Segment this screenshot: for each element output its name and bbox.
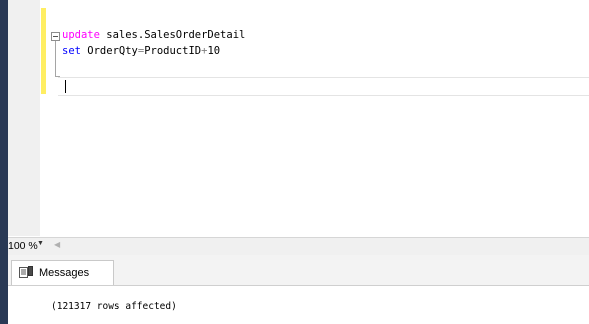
results-pane: Messages (121317 rows affected): [8, 255, 589, 324]
column-orderqty: OrderQty: [80, 45, 138, 57]
current-line-highlight: [58, 77, 589, 96]
chevron-down-icon[interactable]: ▼: [37, 240, 44, 247]
chevron-left-icon[interactable]: ◀: [54, 240, 60, 249]
text-caret: [65, 80, 66, 93]
keyword-set: set: [62, 45, 81, 57]
window-edge: [0, 0, 8, 324]
code-line-1[interactable]: update sales.SalesOrderDetail: [62, 27, 245, 44]
rows-affected-message: (121317 rows affected): [51, 301, 177, 312]
messages-icon: [19, 266, 33, 278]
zoom-value: 100 %: [8, 240, 38, 252]
messages-tab-label: Messages: [39, 267, 90, 279]
column-productid: ProductID: [144, 45, 202, 57]
editor-gutter: [8, 0, 40, 236]
tab-messages[interactable]: Messages: [11, 260, 114, 285]
collapse-box-icon[interactable]: [51, 32, 60, 41]
query-editor[interactable]: update sales.SalesOrderDetail set OrderQ…: [46, 0, 589, 236]
keyword-update: update: [62, 29, 100, 41]
outline-line: [55, 41, 56, 77]
number-literal: 10: [207, 45, 221, 57]
code-line-2[interactable]: set OrderQty=ProductID+10: [62, 43, 220, 60]
results-tab-strip: Messages: [8, 255, 589, 286]
table-name: sales.SalesOrderDetail: [99, 29, 246, 41]
editor-status-strip: 100 % ▼ ◀: [8, 237, 589, 255]
